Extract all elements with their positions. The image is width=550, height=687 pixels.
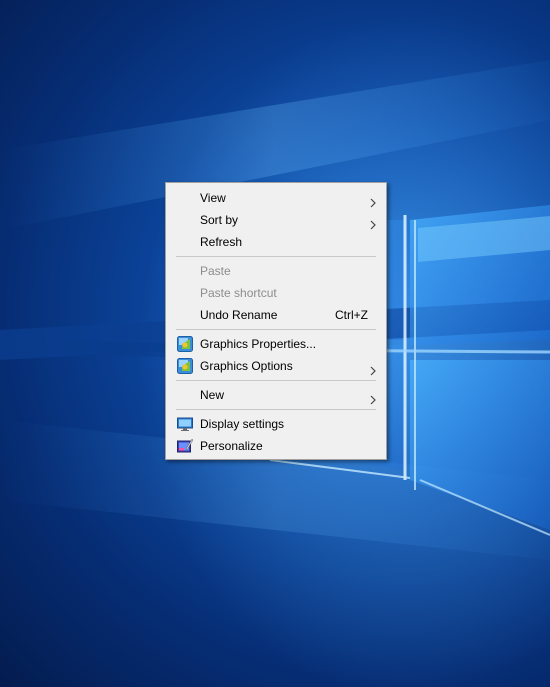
intel-graphics-icon (177, 336, 193, 352)
menu-item-label: New (200, 388, 225, 402)
menu-item-sort-by[interactable]: Sort by (166, 209, 386, 231)
chevron-right-icon (368, 361, 378, 376)
chevron-right-icon (368, 390, 378, 405)
menu-item-personalize[interactable]: Personalize (166, 435, 386, 457)
menu-item-label: Graphics Properties... (200, 337, 317, 351)
menu-item-label: Sort by (200, 213, 239, 227)
menu-item-new[interactable]: New (166, 384, 386, 406)
menu-item-label: Display settings (200, 417, 285, 431)
intel-graphics-icon (177, 358, 193, 374)
desktop-background[interactable]: View Sort by Refresh Paste Paste shortcut Und… (0, 0, 550, 687)
menu-item-label: Undo Rename (200, 308, 278, 322)
menu-separator (176, 329, 376, 330)
menu-item-label: Paste shortcut (200, 286, 277, 300)
menu-separator (176, 256, 376, 257)
menu-item-undo-rename[interactable]: Undo Rename Ctrl+Z (166, 304, 386, 326)
display-settings-icon (177, 416, 193, 432)
menu-separator (176, 409, 376, 410)
chevron-right-icon (368, 215, 378, 230)
menu-item-refresh[interactable]: Refresh (166, 231, 386, 253)
menu-separator (176, 380, 376, 381)
menu-item-graphics-options[interactable]: Graphics Options (166, 355, 386, 377)
menu-item-label: Paste (200, 264, 231, 278)
menu-item-paste-shortcut: Paste shortcut (166, 282, 386, 304)
chevron-right-icon (368, 193, 378, 208)
desktop-context-menu: View Sort by Refresh Paste Paste shortcut Und… (165, 182, 387, 460)
menu-item-label: Graphics Options (200, 359, 293, 373)
menu-item-label: View (200, 191, 226, 205)
menu-item-display-settings[interactable]: Display settings (166, 413, 386, 435)
menu-item-label: Personalize (200, 439, 263, 453)
menu-item-paste: Paste (166, 260, 386, 282)
personalize-icon (177, 438, 194, 454)
menu-item-graphics-properties[interactable]: Graphics Properties... (166, 333, 386, 355)
menu-item-view[interactable]: View (166, 187, 386, 209)
menu-item-shortcut: Ctrl+Z (335, 308, 368, 322)
menu-item-label: Refresh (200, 235, 243, 249)
